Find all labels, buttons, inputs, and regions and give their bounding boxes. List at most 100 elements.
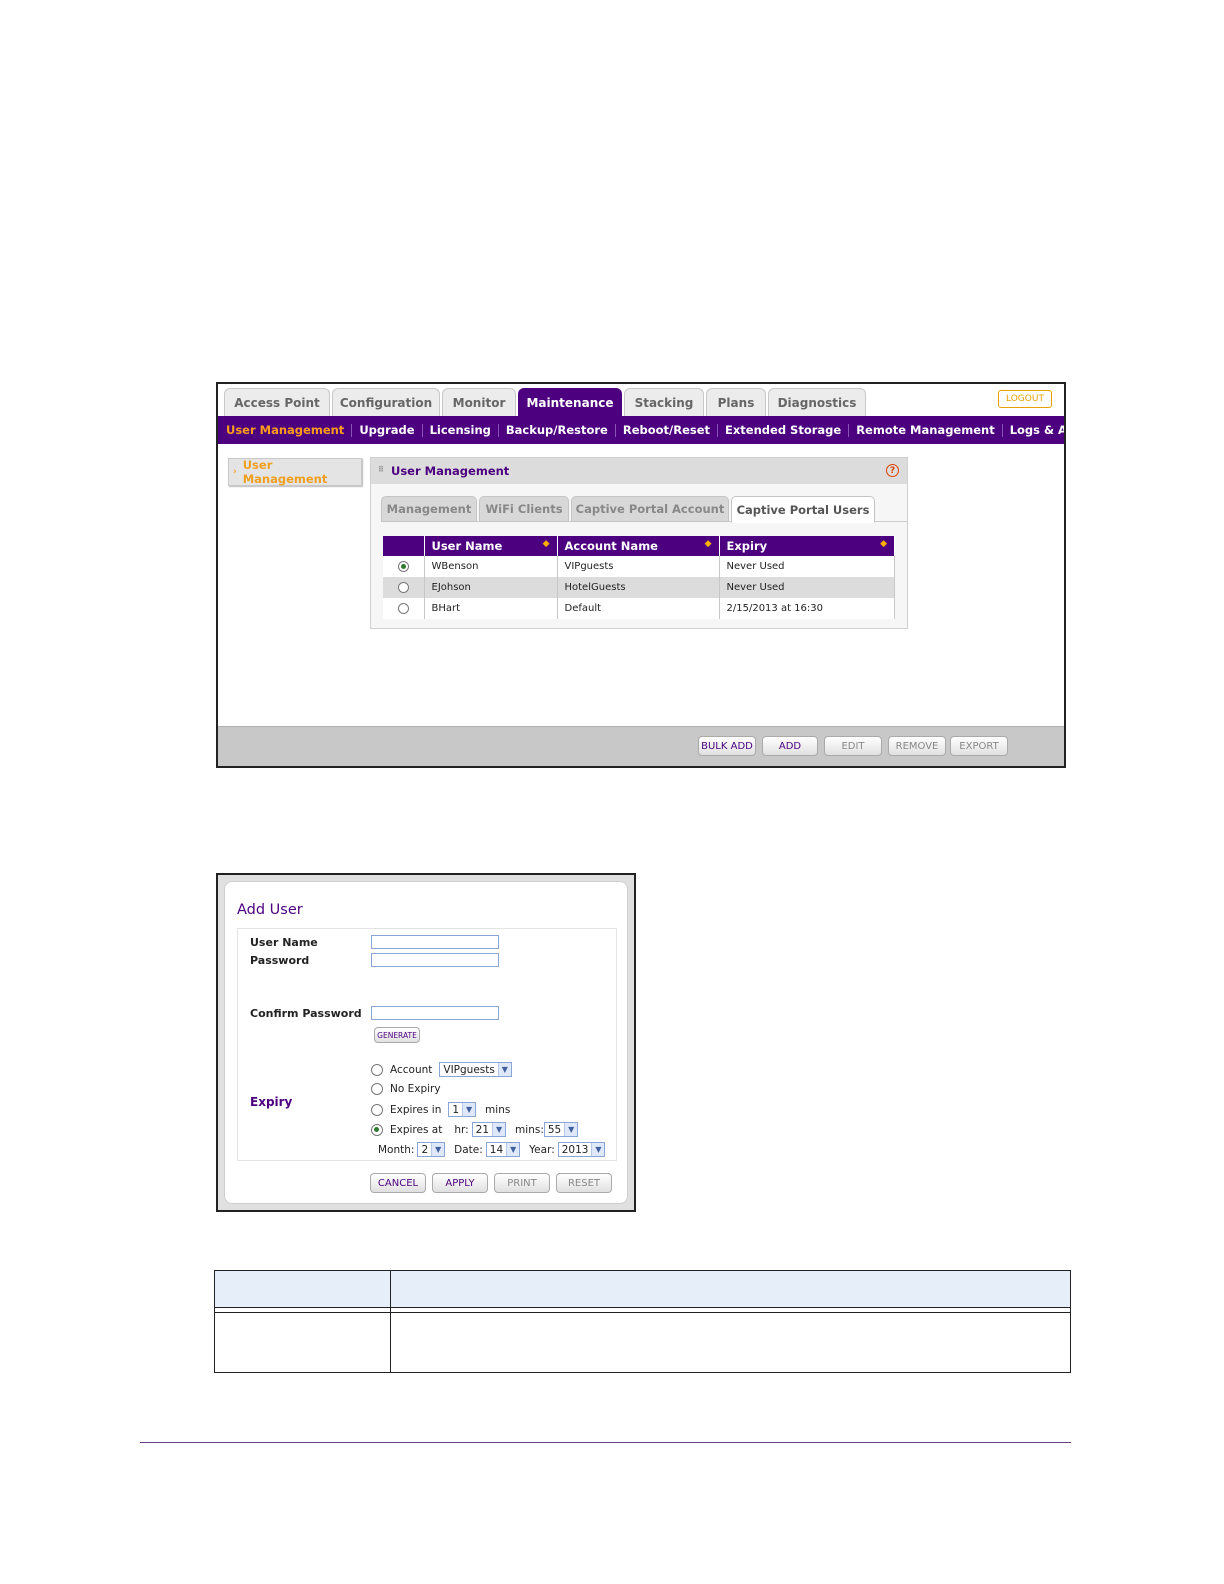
footer-rule (140, 1442, 1071, 1443)
hour-value: 21 (475, 1123, 490, 1136)
left-nav-label: User Management (242, 458, 328, 486)
table-row[interactable]: WBenson VIPguests Never Used (383, 556, 895, 577)
chevron-down-icon: ▼ (497, 1063, 511, 1076)
table-column-divider (390, 1271, 391, 1372)
top-tab-bar: Access Point Configuration Monitor Maint… (218, 384, 1064, 416)
user-name-cell: BHart (424, 598, 558, 619)
sort-icon: ◆ (542, 539, 550, 549)
subnav-upgrade[interactable]: Upgrade (352, 423, 423, 437)
expires-at-option: Expires at hr: 21 ▼ mins: 55 ▼ (371, 1122, 581, 1137)
tab-stacking[interactable]: Stacking (624, 388, 704, 416)
expiry-cell: Never Used (719, 556, 895, 577)
confirm-password-label: Confirm Password (250, 1007, 362, 1020)
account-name-cell: VIPguests (557, 556, 720, 577)
row-radio[interactable] (397, 581, 409, 593)
subnav-extended-storage[interactable]: Extended Storage (718, 423, 850, 437)
tab-plans[interactable]: Plans (706, 388, 766, 416)
user-name-label: User Name (250, 936, 318, 949)
row-radio[interactable] (397, 602, 409, 614)
expiry-cell: 2/15/2013 at 16:30 (719, 598, 895, 619)
expiry-heading: Expiry (250, 1095, 293, 1109)
table-row[interactable]: BHart Default 2/15/2013 at 16:30 (383, 598, 895, 619)
apply-button[interactable]: APPLY (432, 1173, 488, 1193)
year-label: Year: (529, 1143, 555, 1156)
row-radio[interactable] (397, 560, 409, 572)
expiry-cell: Never Used (719, 577, 895, 598)
tab-monitor[interactable]: Monitor (442, 388, 516, 416)
confirm-password-field[interactable] (371, 1006, 499, 1020)
expires-in-label: Expires in (390, 1103, 442, 1116)
password-label: Password (250, 954, 310, 967)
help-icon[interactable]: ? (886, 464, 899, 477)
add-user-screenshot: Add User User Name Password GENERATE Con… (216, 873, 636, 1212)
expires-in-select[interactable]: 1 ▼ (448, 1102, 477, 1117)
action-bar: BULK ADD ADD EDIT REMOVE EXPORT (218, 726, 1064, 766)
user-name-column-header[interactable]: User Name ◆ (424, 536, 558, 556)
tab-wifi-clients[interactable]: WiFi Clients (479, 496, 569, 522)
subnav-remote-management[interactable]: Remote Management (849, 423, 1003, 437)
row-select-cell (383, 598, 425, 619)
subnav-user-management[interactable]: User Management (226, 423, 353, 437)
add-user-dialog: Add User User Name Password GENERATE Con… (224, 881, 628, 1204)
expires-in-value: 1 (452, 1103, 460, 1116)
expires-in-unit: mins (485, 1103, 511, 1116)
grip-icon: ⠿ (378, 465, 385, 474)
month-select[interactable]: 2 ▼ (417, 1142, 446, 1157)
no-expiry-radio[interactable] (371, 1083, 383, 1095)
tab-diagnostics[interactable]: Diagnostics (768, 388, 866, 416)
tab-configuration[interactable]: Configuration (332, 388, 440, 416)
expiry-column-header[interactable]: Expiry ◆ (719, 536, 895, 556)
tab-captive-portal-account[interactable]: Captive Portal Account (571, 496, 729, 522)
add-button[interactable]: ADD (762, 736, 818, 756)
sub-tab-bar: Management WiFi Clients Captive Portal A… (381, 494, 907, 523)
subnav-reboot-reset[interactable]: Reboot/Reset (616, 423, 719, 437)
panel-header: ⠿ User Management ? (371, 458, 907, 484)
user-name-cell: EJohson (424, 577, 558, 598)
select-column-header (383, 536, 425, 556)
expires-at-radio[interactable] (371, 1123, 383, 1136)
export-button[interactable]: EXPORT (950, 736, 1008, 756)
account-select[interactable]: VIPguests ▼ (439, 1062, 512, 1077)
subnav-backup-restore[interactable]: Backup/Restore (499, 423, 616, 437)
mins-select[interactable]: 55 ▼ (543, 1122, 579, 1137)
sort-icon: ◆ (880, 539, 887, 549)
print-button[interactable]: PRINT (494, 1173, 550, 1193)
user-name-cell: WBenson (424, 556, 558, 577)
chevron-right-icon: › (233, 467, 237, 477)
table-header-divider (215, 1312, 1070, 1313)
expires-at-label: Expires at (390, 1123, 443, 1136)
date-label: Date: (454, 1143, 483, 1156)
account-radio[interactable] (371, 1063, 383, 1076)
subnav-licensing[interactable]: Licensing (423, 423, 499, 437)
chevron-down-icon: ▼ (462, 1103, 476, 1116)
month-label: Month: (378, 1143, 415, 1156)
subnav-logs-alerts[interactable]: Logs & Alerts (1003, 423, 1064, 437)
generate-button[interactable]: GENERATE (374, 1027, 420, 1043)
cancel-button[interactable]: CANCEL (370, 1173, 426, 1193)
bulk-add-button[interactable]: BULK ADD (698, 736, 756, 756)
edit-button[interactable]: EDIT (824, 736, 882, 756)
date-select[interactable]: 14 ▼ (485, 1142, 521, 1157)
account-name-column-header[interactable]: Account Name ◆ (557, 536, 720, 556)
left-nav-user-management[interactable]: › User Management (228, 458, 362, 486)
tab-maintenance[interactable]: Maintenance (518, 388, 622, 416)
chevron-down-icon: ▼ (564, 1123, 578, 1136)
dialog-title: Add User (237, 902, 303, 918)
year-value: 2013 (561, 1143, 589, 1156)
year-select[interactable]: 2013 ▼ (557, 1142, 606, 1157)
expires-in-radio[interactable] (371, 1103, 383, 1116)
tab-management[interactable]: Management (381, 496, 477, 522)
logout-button[interactable]: LOGOUT (998, 390, 1052, 408)
user-management-panel: ⠿ User Management ? Management WiFi Clie… (370, 457, 908, 629)
user-name-field[interactable] (371, 935, 499, 949)
remove-button[interactable]: REMOVE (888, 736, 946, 756)
table-row[interactable]: EJohson HotelGuests Never Used (383, 577, 895, 598)
tab-captive-portal-users[interactable]: Captive Portal Users (731, 496, 875, 523)
hour-select[interactable]: 21 ▼ (471, 1122, 507, 1137)
expiry-date-row: Month: 2 ▼ Date: 14 ▼ Year: 2013 ▼ (378, 1142, 608, 1157)
mins-value: 55 (547, 1123, 562, 1136)
tab-access-point[interactable]: Access Point (224, 388, 330, 416)
password-field[interactable] (371, 953, 499, 967)
reset-button[interactable]: RESET (556, 1173, 612, 1193)
panel-title: User Management (391, 464, 510, 478)
